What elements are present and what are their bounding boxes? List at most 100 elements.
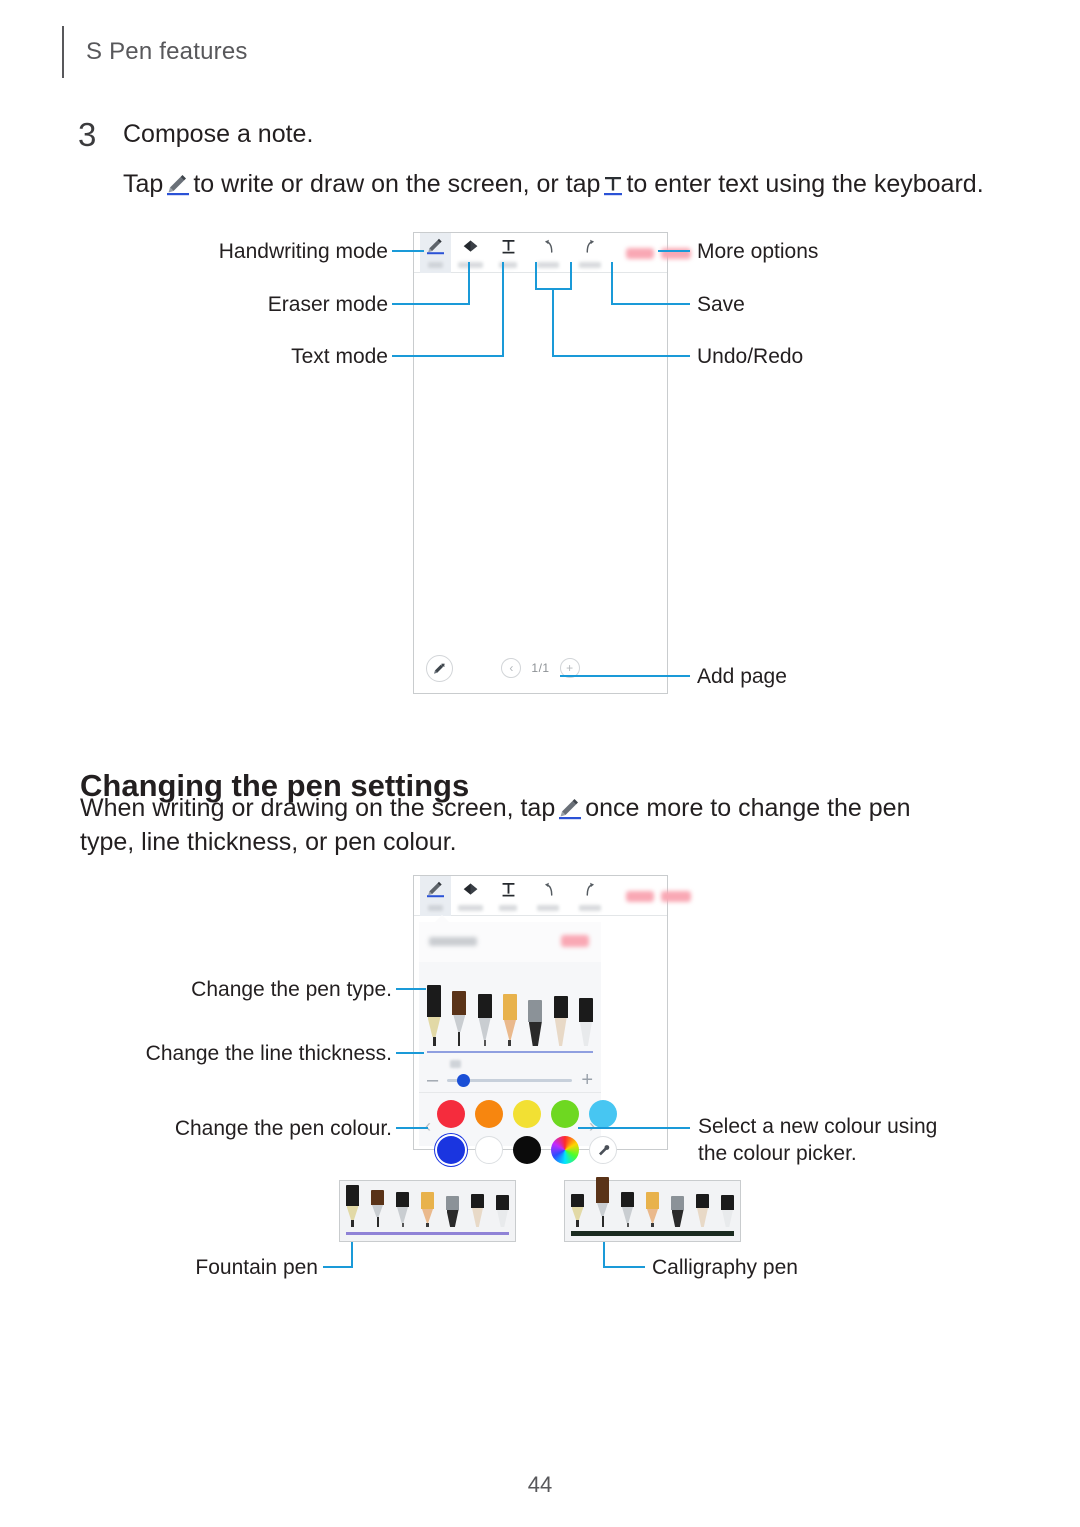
leader-undoredo-v [552, 288, 554, 356]
sample-pen-fountain [346, 1185, 359, 1227]
step-instruction-part3: to enter text using the keyboard. [626, 170, 984, 198]
pen-type-highlighter[interactable] [578, 998, 593, 1046]
panel-header [419, 922, 601, 962]
leader-handwriting [392, 250, 424, 252]
section-paragraph: When writing or drawing on the screen, t… [80, 792, 960, 860]
toolbar-label-eraser [457, 905, 483, 911]
colour-swatch-rainbow[interactable] [551, 1136, 579, 1164]
toolbar-item-save[interactable] [622, 876, 658, 916]
sample-pen-highlighter [721, 1195, 734, 1227]
toolbar-item-undo[interactable] [527, 233, 569, 273]
thickness-track[interactable] [447, 1073, 573, 1087]
colour-swatch-white[interactable] [475, 1136, 503, 1164]
callout-undo-redo: Undo/Redo [697, 345, 804, 368]
toolbar-item-eraser[interactable] [451, 876, 489, 916]
toolbar-label-undo [537, 262, 559, 268]
colour-swatch-light-blue[interactable] [589, 1100, 617, 1128]
colour-prev-button[interactable]: ‹ [425, 1117, 431, 1135]
step-instruction-part1: Tap [123, 170, 164, 198]
step-instruction: Tap to write or draw on the screen, or ta… [123, 168, 984, 201]
pen-icon [166, 172, 190, 196]
thickness-slider[interactable]: – + [427, 1070, 593, 1090]
step-number: 3 [78, 116, 97, 153]
sample-pen-pencil [646, 1192, 659, 1227]
eyedropper-icon[interactable] [589, 1136, 617, 1164]
note-canvas[interactable] [414, 274, 667, 643]
toolbar-item-text[interactable] [489, 233, 527, 273]
section-paragraph-part1: When writing or drawing on the screen, t… [80, 794, 556, 822]
thickness-thumb[interactable] [457, 1073, 471, 1087]
pen-type-brush[interactable] [553, 996, 568, 1046]
leader-fountain-h [323, 1266, 353, 1268]
pen-type-pen[interactable] [477, 994, 492, 1046]
sample-pen-fountain [571, 1194, 584, 1227]
thickness-plus-button[interactable]: + [581, 1070, 593, 1090]
colour-swatch-orange[interactable] [475, 1100, 503, 1128]
callout-fountain-pen: Fountain pen [195, 1256, 318, 1279]
colour-swatch-red[interactable] [437, 1100, 465, 1128]
colour-swatch-black[interactable] [513, 1136, 541, 1164]
pen-type-marker[interactable] [528, 1000, 543, 1046]
panel-caret [435, 915, 449, 922]
leader-line-thickness [396, 1052, 424, 1054]
toolbar-item-pen[interactable] [420, 233, 451, 273]
eraser-icon [461, 238, 480, 260]
pen-type-selected-underline [427, 1051, 593, 1053]
leader-redo-v [570, 262, 572, 290]
colour-row-1 [437, 1100, 617, 1128]
toolbar-item-pen[interactable] [420, 876, 451, 916]
leader-pen-colour [396, 1127, 428, 1129]
chevron-left-icon[interactable]: ‹ [501, 658, 522, 678]
toolbar-item-save[interactable] [622, 233, 658, 273]
sample-pen-pen [621, 1192, 634, 1227]
toolbar-label-redo [579, 262, 601, 268]
toolbar-label-redo [579, 905, 601, 911]
colour-row-2 [437, 1136, 617, 1164]
undo-icon [540, 238, 557, 260]
sample-pen-marker [671, 1196, 684, 1227]
pen-settings-mockup: – + ‹ › [413, 875, 691, 1164]
toolbar-item-text[interactable] [489, 876, 527, 916]
undo-icon [540, 881, 557, 903]
leader-eraser-h [392, 303, 470, 305]
thickness-minus-button[interactable]: – [427, 1070, 438, 1090]
leader-undo-v [535, 262, 537, 290]
toolbar-label-pen [428, 905, 443, 911]
toolbar-item-redo[interactable] [569, 233, 611, 273]
eraser-icon [461, 881, 480, 903]
sample-pen-pencil [421, 1192, 434, 1227]
text-icon [603, 172, 623, 196]
colour-grid [437, 1100, 617, 1164]
pen-type-fountain-pen[interactable] [427, 985, 441, 1046]
toolbar-item-eraser[interactable] [451, 233, 489, 273]
toolbar-item-more[interactable] [658, 233, 694, 273]
calligraphy-pen-sample-row [571, 1177, 734, 1227]
callout-text-mode: Text mode [291, 345, 388, 368]
colour-swatch-green[interactable] [551, 1100, 579, 1128]
calligraphy-pen-sample [564, 1177, 741, 1242]
leader-pen-type [396, 988, 426, 990]
pen-settings-panel: – + ‹ › [419, 915, 617, 1164]
colour-swatch-blue-selected[interactable] [437, 1136, 465, 1164]
toolbar-item-redo[interactable] [569, 876, 611, 916]
sample-pen-pen [396, 1192, 409, 1227]
manual-page: S Pen features 3 Compose a note. Tap to w… [0, 0, 1080, 1527]
save-button-label [626, 890, 654, 902]
callout-save: Save [697, 293, 745, 316]
fountain-pen-sample [339, 1180, 516, 1242]
close-button[interactable] [561, 935, 589, 947]
leader-more-h [658, 250, 690, 252]
leader-save-v [611, 262, 613, 303]
callout-change-line-thickness: Change the line thickness. [145, 1042, 392, 1065]
callout-handwriting-mode: Handwriting mode [218, 240, 388, 263]
toolbar-label-pen [428, 262, 443, 268]
text-icon [500, 881, 517, 903]
colour-swatch-yellow[interactable] [513, 1100, 541, 1128]
pen-type-calligraphy-pen[interactable] [452, 991, 467, 1046]
toolbar-item-more[interactable] [658, 876, 694, 916]
pen-icon [426, 881, 445, 903]
callout-colour-picker: Select a new colour using the colour pic… [698, 1115, 938, 1165]
pen-type-pencil[interactable] [502, 994, 517, 1046]
toolbar-item-undo[interactable] [527, 876, 569, 916]
fountain-pen-sample-row [346, 1185, 509, 1227]
